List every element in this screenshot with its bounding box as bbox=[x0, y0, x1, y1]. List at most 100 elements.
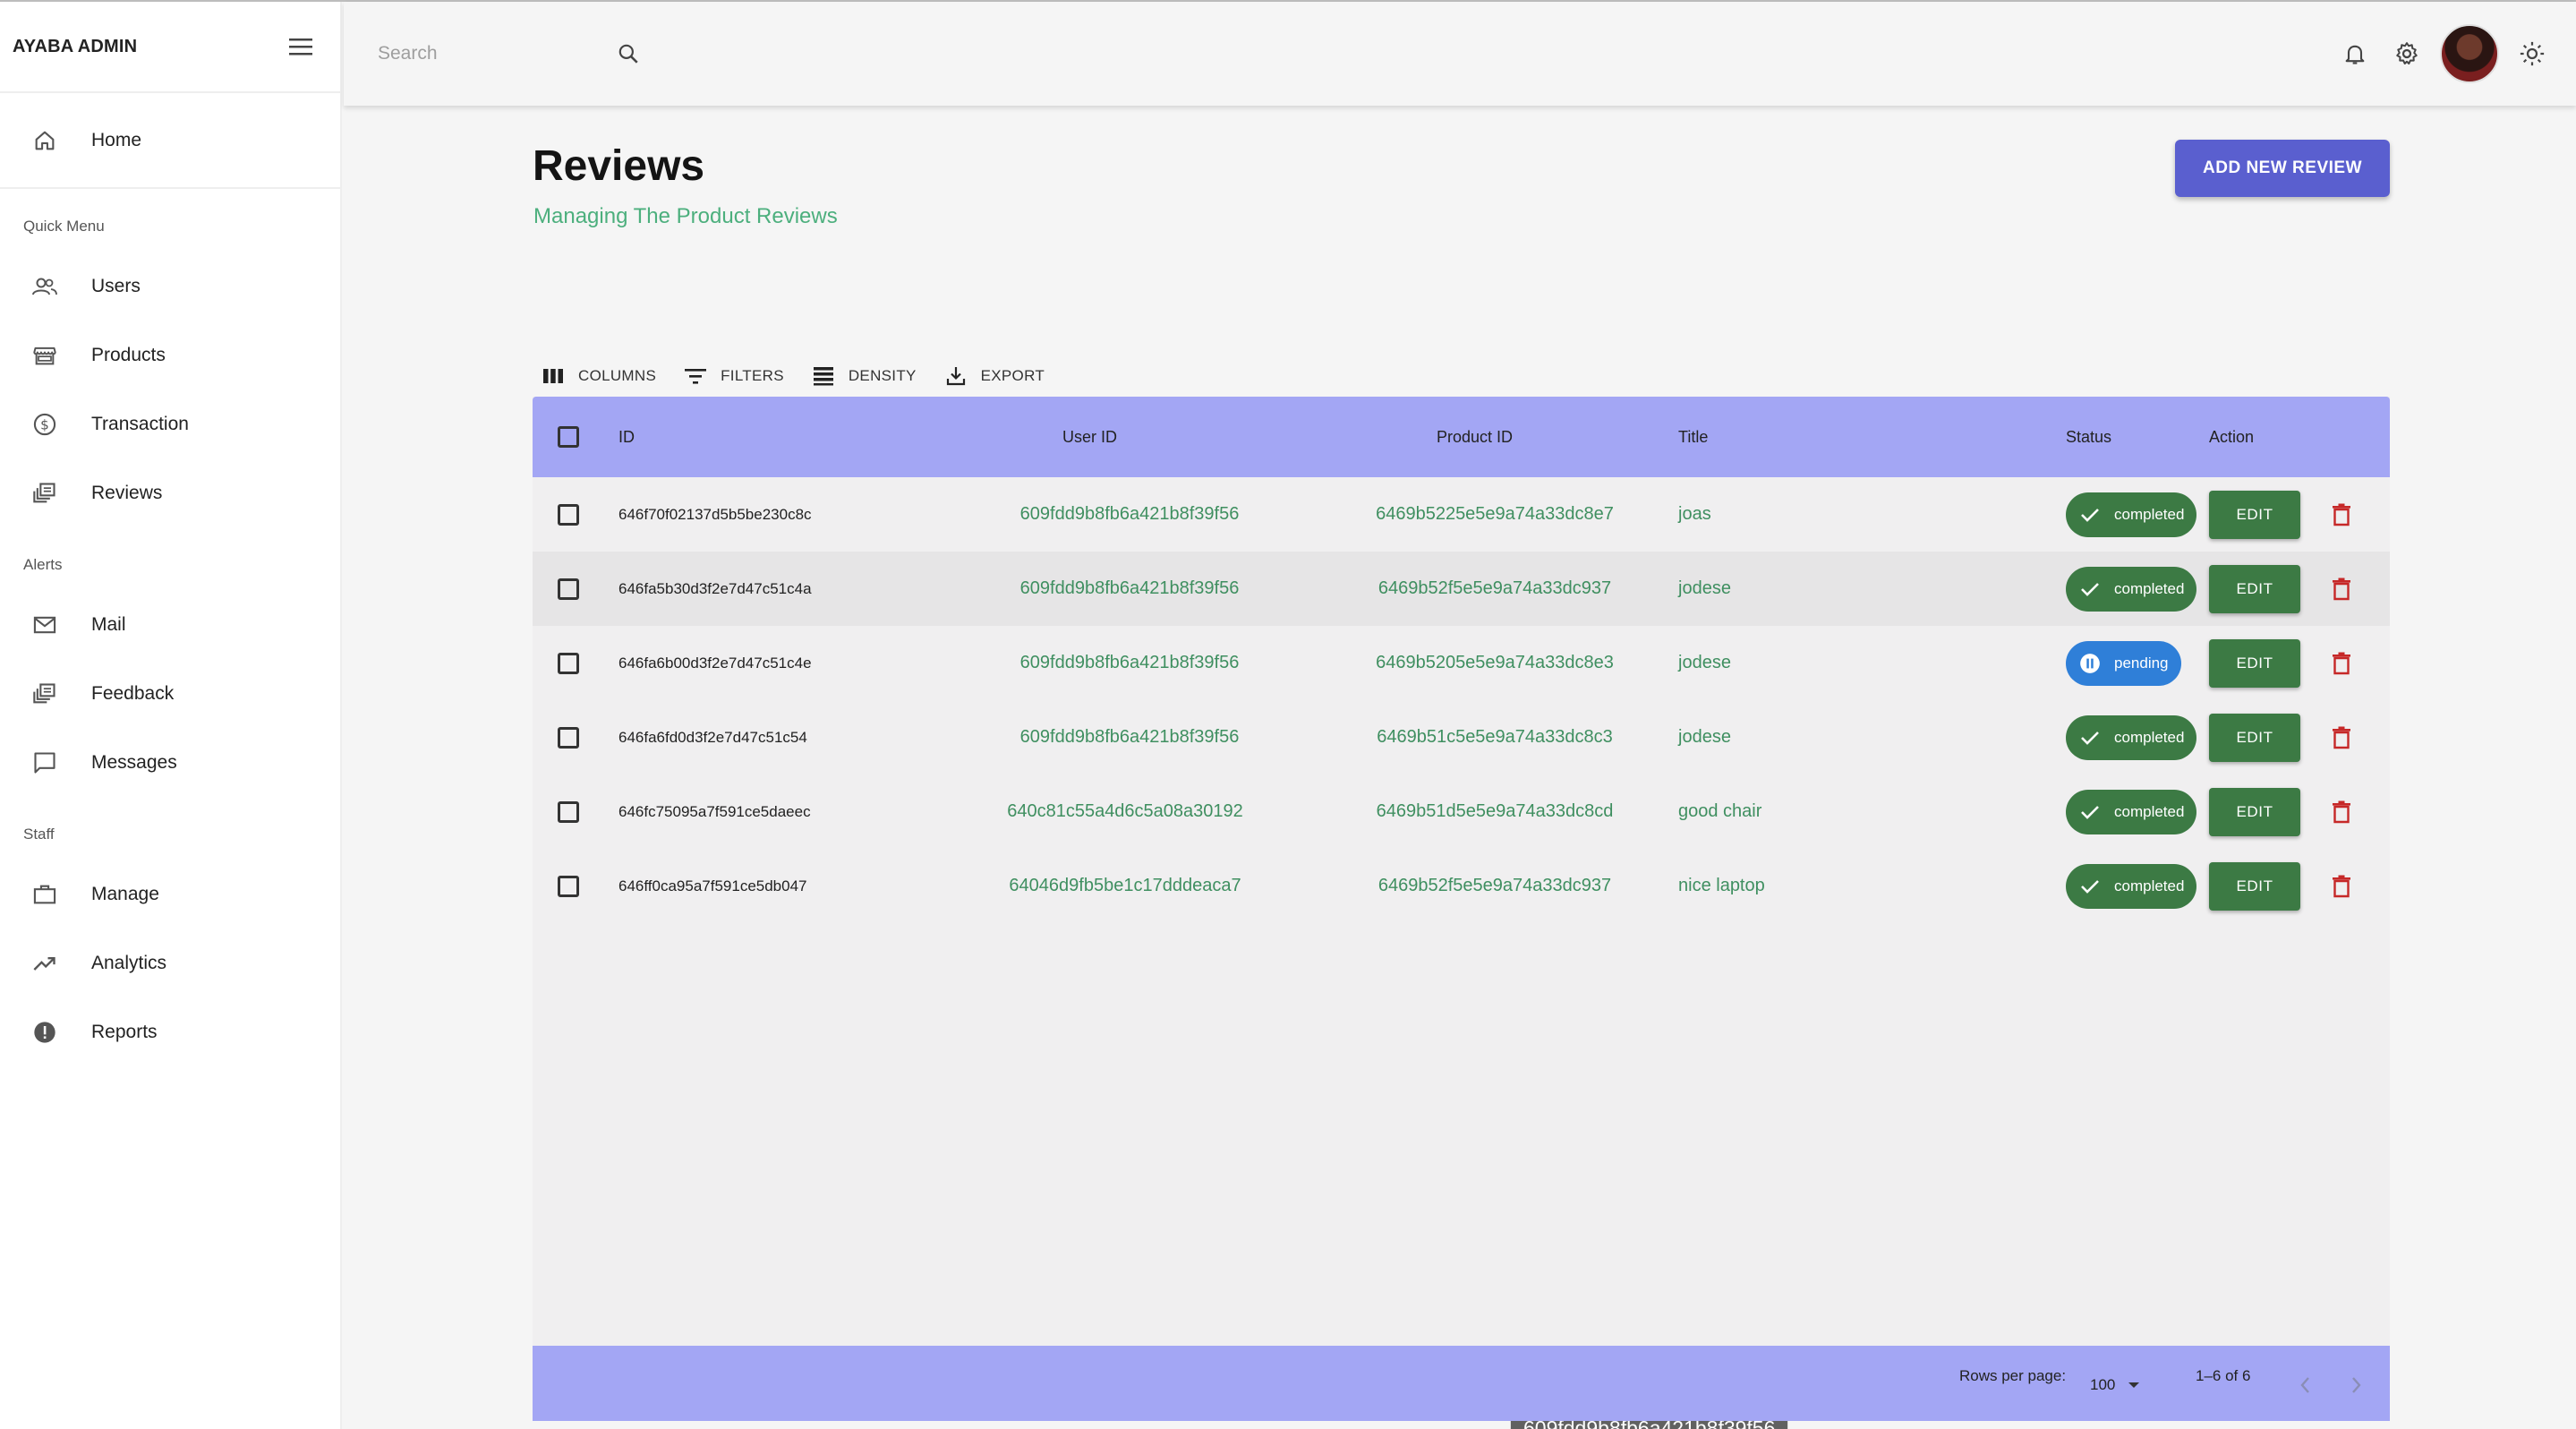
table-row[interactable]: 646fa6b00d3f2e7d47c51c4e 609fdd9b8fb6a421… bbox=[533, 626, 2390, 700]
sidebar-item-reviews[interactable]: Reviews bbox=[0, 458, 340, 527]
product-id-cell[interactable]: 6469b52f5e5e9a74a33dc937 bbox=[1316, 552, 1674, 626]
row-select-cell bbox=[558, 700, 579, 774]
product-id-cell[interactable]: 6469b52f5e5e9a74a33dc937 bbox=[1316, 849, 1674, 923]
row-checkbox[interactable] bbox=[558, 800, 579, 823]
review-id-cell: 646fa6b00d3f2e7d47c51c4e bbox=[618, 654, 812, 672]
table-row[interactable]: 646f70f02137d5b5be230c8c 609fdd9b8fb6a421… bbox=[533, 477, 2390, 552]
row-checkbox[interactable] bbox=[558, 652, 579, 674]
select-all-checkbox[interactable] bbox=[558, 426, 579, 448]
download-icon bbox=[943, 364, 968, 389]
status-cell: completed bbox=[2066, 477, 2197, 552]
page-subtitle: Managing The Product Reviews bbox=[533, 204, 838, 228]
page-title: Reviews bbox=[533, 142, 705, 190]
table-row[interactable]: 646fa5b30d3f2e7d47c51c4a 609fdd9b8fb6a421… bbox=[533, 552, 2390, 626]
column-header-product-id[interactable]: Product ID bbox=[1437, 397, 1513, 477]
delete-trash-icon[interactable] bbox=[2325, 499, 2358, 531]
user-avatar[interactable] bbox=[2440, 24, 2499, 83]
view-column-icon bbox=[541, 364, 566, 389]
table-row[interactable]: 646fa6fd0d3f2e7d47c51c54 609fdd9b8fb6a421… bbox=[533, 700, 2390, 774]
svg-text:$: $ bbox=[40, 416, 49, 432]
user-id-cell[interactable]: 640c81c55a4d6c5a08a30192 bbox=[946, 774, 1304, 849]
light-mode-sun-icon[interactable] bbox=[2506, 28, 2558, 80]
settings-gear-icon[interactable] bbox=[2381, 28, 2433, 80]
title-cell: jodese bbox=[1678, 653, 1731, 672]
edit-button[interactable]: EDIT bbox=[2209, 490, 2300, 539]
column-header-action[interactable]: Action bbox=[2209, 397, 2254, 477]
previous-page-chevron-left-icon[interactable] bbox=[2287, 1367, 2323, 1403]
edit-button[interactable]: EDIT bbox=[2209, 638, 2300, 688]
grid-header: ID User ID Product ID Title Status Actio… bbox=[533, 397, 2390, 477]
export-button[interactable]: EXPORT bbox=[943, 364, 1045, 389]
product-id-cell[interactable]: 6469b51c5e5e9a74a33dc8c3 bbox=[1316, 700, 1674, 774]
sidebar-item-products[interactable]: Products bbox=[0, 321, 340, 389]
delete-trash-icon[interactable] bbox=[2325, 647, 2358, 680]
user-id-cell[interactable]: 609fdd9b8fb6a421b8f39f56 bbox=[951, 626, 1309, 700]
library-icon bbox=[30, 680, 59, 708]
rows-per-page-select[interactable]: 100 bbox=[2090, 1376, 2140, 1394]
action-cell: EDIT bbox=[2209, 700, 2358, 774]
sidebar-item-mail[interactable]: Mail bbox=[0, 590, 340, 659]
topbar-actions bbox=[2329, 23, 2558, 84]
edit-button[interactable]: EDIT bbox=[2209, 564, 2300, 613]
edit-button[interactable]: EDIT bbox=[2209, 861, 2300, 911]
user-id-cell[interactable]: 64046d9fb5be1c17dddeaca7 bbox=[946, 849, 1304, 923]
product-id-cell[interactable]: 6469b51d5e5e9a74a33dc8cd bbox=[1316, 774, 1674, 849]
action-cell: EDIT bbox=[2209, 626, 2358, 700]
sidebar-item-messages[interactable]: Messages bbox=[0, 728, 340, 797]
table-row[interactable]: 646ff0ca95a7f591ce5db047 64046d9fb5be1c17… bbox=[533, 849, 2390, 923]
next-page-chevron-right-icon[interactable] bbox=[2339, 1367, 2375, 1403]
sidebar-item-users[interactable]: Users bbox=[0, 252, 340, 321]
sidebar-item-transaction[interactable]: $ Transaction bbox=[0, 389, 340, 458]
table-row[interactable]: 646fc75095a7f591ce5daeec 640c81c55a4d6c5a… bbox=[533, 774, 2390, 849]
sidebar-item-manage[interactable]: Manage bbox=[0, 860, 340, 928]
density-button[interactable]: DENSITY bbox=[811, 364, 917, 389]
search-icon[interactable] bbox=[612, 38, 644, 70]
column-header-user-id[interactable]: User ID bbox=[1062, 397, 1117, 477]
delete-trash-icon[interactable] bbox=[2325, 796, 2358, 828]
storefront-icon bbox=[30, 341, 59, 370]
column-header-title[interactable]: Title bbox=[1678, 397, 1708, 477]
notifications-bell-icon[interactable] bbox=[2329, 28, 2381, 80]
filters-button[interactable]: FILTERS bbox=[683, 364, 784, 389]
sidebar-item-analytics[interactable]: Analytics bbox=[0, 928, 340, 997]
brand-title: AYABA ADMIN bbox=[13, 36, 138, 56]
hamburger-menu-icon[interactable] bbox=[286, 32, 315, 61]
product-id-cell[interactable]: 6469b5225e5e9a74a33dc8e7 bbox=[1316, 477, 1674, 552]
search-input[interactable] bbox=[378, 36, 566, 72]
status-cell: completed bbox=[2066, 552, 2197, 626]
review-id-cell: 646f70f02137d5b5be230c8c bbox=[618, 505, 812, 523]
delete-trash-icon[interactable] bbox=[2325, 722, 2358, 754]
column-header-id[interactable]: ID bbox=[618, 397, 635, 477]
action-cell: EDIT bbox=[2209, 774, 2358, 849]
user-id-cell[interactable]: 609fdd9b8fb6a421b8f39f56 bbox=[951, 477, 1309, 552]
edit-button[interactable]: EDIT bbox=[2209, 713, 2300, 762]
sidebar-item-reports[interactable]: Reports bbox=[0, 997, 340, 1066]
dollar-icon: $ bbox=[30, 410, 59, 439]
delete-trash-icon[interactable] bbox=[2325, 573, 2358, 605]
row-checkbox[interactable] bbox=[558, 726, 579, 749]
add-new-review-button[interactable]: ADD NEW REVIEW bbox=[2175, 140, 2390, 197]
status-text: completed bbox=[2114, 877, 2185, 894]
product-id-cell[interactable]: 6469b5205e5e9a74a33dc8e3 bbox=[1316, 626, 1674, 700]
edit-button[interactable]: EDIT bbox=[2209, 787, 2300, 836]
status-cell: completed bbox=[2066, 700, 2197, 774]
row-select-cell bbox=[558, 552, 579, 626]
columns-button[interactable]: COLUMNS bbox=[541, 364, 656, 389]
user-id-cell[interactable]: 609fdd9b8fb6a421b8f39f56 bbox=[951, 700, 1309, 774]
sidebar-item-home[interactable]: Home bbox=[0, 106, 340, 175]
row-checkbox[interactable] bbox=[558, 503, 579, 526]
check-icon bbox=[2077, 873, 2103, 900]
row-checkbox[interactable] bbox=[558, 875, 579, 897]
delete-trash-icon[interactable] bbox=[2325, 870, 2358, 903]
row-checkbox[interactable] bbox=[558, 578, 579, 600]
grid-toolbar: COLUMNS FILTERS DENSITY EXPORT bbox=[541, 362, 1071, 390]
user-id-cell[interactable]: 609fdd9b8fb6a421b8f39f56 bbox=[951, 552, 1309, 626]
action-cell: EDIT bbox=[2209, 552, 2358, 626]
reviews-data-grid: ID User ID Product ID Title Status Actio… bbox=[533, 397, 2390, 1429]
title-cell: joas bbox=[1678, 504, 1711, 524]
column-header-status[interactable]: Status bbox=[2066, 397, 2111, 477]
briefcase-icon bbox=[30, 880, 59, 909]
users-icon bbox=[30, 272, 59, 301]
status-text: pending bbox=[2114, 654, 2169, 672]
sidebar-item-feedback[interactable]: Feedback bbox=[0, 659, 340, 728]
